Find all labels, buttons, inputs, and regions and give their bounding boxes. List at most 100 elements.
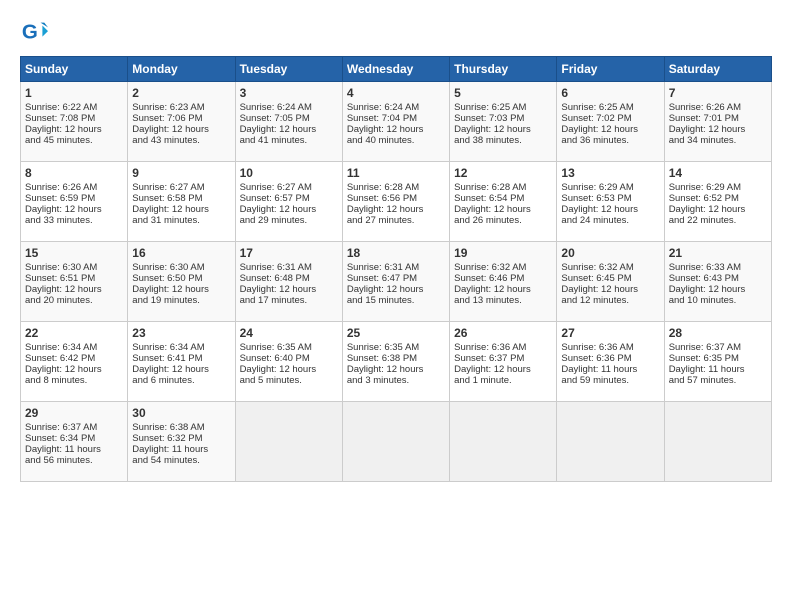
day-info: and 27 minutes. [347,215,415,226]
day-info: Daylight: 12 hours [25,364,102,375]
day-info: Sunrise: 6:30 AM [25,262,97,273]
day-info: Sunrise: 6:24 AM [240,102,312,113]
day-info: Daylight: 12 hours [25,284,102,295]
calendar-cell: 27Sunrise: 6:36 AMSunset: 6:36 PMDayligh… [557,322,664,402]
day-info: Sunrise: 6:34 AM [132,342,204,353]
day-info: and 40 minutes. [347,135,415,146]
col-header-thursday: Thursday [450,57,557,82]
col-header-saturday: Saturday [664,57,771,82]
day-info: Sunset: 7:02 PM [561,113,631,124]
day-info: and 43 minutes. [132,135,200,146]
day-number: 19 [454,246,552,260]
day-info: and 13 minutes. [454,295,522,306]
day-number: 8 [25,166,123,180]
day-number: 17 [240,246,338,260]
calendar-cell: 23Sunrise: 6:34 AMSunset: 6:41 PMDayligh… [128,322,235,402]
day-info: Daylight: 11 hours [25,444,101,455]
day-info: Daylight: 12 hours [132,204,209,215]
day-info: Sunrise: 6:27 AM [132,182,204,193]
day-info: and 5 minutes. [240,375,302,386]
calendar-cell: 14Sunrise: 6:29 AMSunset: 6:52 PMDayligh… [664,162,771,242]
day-info: and 38 minutes. [454,135,522,146]
day-info: Sunset: 7:08 PM [25,113,95,124]
day-number: 21 [669,246,767,260]
day-info: Sunset: 6:40 PM [240,353,310,364]
day-number: 7 [669,86,767,100]
calendar-cell: 7Sunrise: 6:26 AMSunset: 7:01 PMDaylight… [664,82,771,162]
calendar-cell: 19Sunrise: 6:32 AMSunset: 6:46 PMDayligh… [450,242,557,322]
day-number: 29 [25,406,123,420]
day-info: and 24 minutes. [561,215,629,226]
day-number: 28 [669,326,767,340]
calendar-cell: 22Sunrise: 6:34 AMSunset: 6:42 PMDayligh… [21,322,128,402]
day-info: Daylight: 12 hours [240,204,317,215]
day-info: Sunrise: 6:27 AM [240,182,312,193]
day-info: Sunset: 6:56 PM [347,193,417,204]
day-number: 12 [454,166,552,180]
day-info: Sunset: 6:58 PM [132,193,202,204]
col-header-tuesday: Tuesday [235,57,342,82]
day-info: Daylight: 12 hours [132,364,209,375]
calendar-cell: 1Sunrise: 6:22 AMSunset: 7:08 PMDaylight… [21,82,128,162]
day-info: and 26 minutes. [454,215,522,226]
day-info: Sunrise: 6:37 AM [669,342,741,353]
calendar-cell: 10Sunrise: 6:27 AMSunset: 6:57 PMDayligh… [235,162,342,242]
day-info: Sunrise: 6:30 AM [132,262,204,273]
day-info: Sunset: 6:36 PM [561,353,631,364]
day-info: Sunset: 6:41 PM [132,353,202,364]
calendar-cell: 12Sunrise: 6:28 AMSunset: 6:54 PMDayligh… [450,162,557,242]
day-info: Sunset: 6:45 PM [561,273,631,284]
day-info: Sunrise: 6:25 AM [561,102,633,113]
day-number: 27 [561,326,659,340]
day-info: and 54 minutes. [132,455,200,466]
calendar-cell: 28Sunrise: 6:37 AMSunset: 6:35 PMDayligh… [664,322,771,402]
day-number: 6 [561,86,659,100]
day-info: and 1 minute. [454,375,512,386]
day-info: Sunset: 6:52 PM [669,193,739,204]
day-info: Sunrise: 6:25 AM [454,102,526,113]
day-info: Sunrise: 6:29 AM [669,182,741,193]
day-info: Sunrise: 6:36 AM [454,342,526,353]
day-info: and 33 minutes. [25,215,93,226]
calendar-cell: 2Sunrise: 6:23 AMSunset: 7:06 PMDaylight… [128,82,235,162]
day-info: and 41 minutes. [240,135,308,146]
calendar-cell: 9Sunrise: 6:27 AMSunset: 6:58 PMDaylight… [128,162,235,242]
calendar-cell: 16Sunrise: 6:30 AMSunset: 6:50 PMDayligh… [128,242,235,322]
day-info: and 12 minutes. [561,295,629,306]
day-info: Daylight: 12 hours [669,124,746,135]
calendar-cell: 20Sunrise: 6:32 AMSunset: 6:45 PMDayligh… [557,242,664,322]
day-info: and 57 minutes. [669,375,737,386]
day-info: Sunset: 6:54 PM [454,193,524,204]
day-info: and 17 minutes. [240,295,308,306]
svg-text:G: G [22,21,38,44]
day-number: 11 [347,166,445,180]
day-info: Sunrise: 6:36 AM [561,342,633,353]
day-info: Sunrise: 6:33 AM [669,262,741,273]
day-info: and 31 minutes. [132,215,200,226]
calendar-cell: 25Sunrise: 6:35 AMSunset: 6:38 PMDayligh… [342,322,449,402]
day-info: Sunset: 6:43 PM [669,273,739,284]
calendar-cell [557,402,664,482]
day-info: Daylight: 12 hours [347,124,424,135]
calendar-cell: 17Sunrise: 6:31 AMSunset: 6:48 PMDayligh… [235,242,342,322]
day-number: 26 [454,326,552,340]
day-info: Daylight: 12 hours [347,284,424,295]
day-info: Sunrise: 6:23 AM [132,102,204,113]
day-info: Sunset: 7:03 PM [454,113,524,124]
day-info: Sunrise: 6:32 AM [561,262,633,273]
day-info: Sunrise: 6:34 AM [25,342,97,353]
day-info: Sunrise: 6:37 AM [25,422,97,433]
day-number: 2 [132,86,230,100]
calendar-cell: 4Sunrise: 6:24 AMSunset: 7:04 PMDaylight… [342,82,449,162]
day-info: Sunrise: 6:32 AM [454,262,526,273]
day-info: and 59 minutes. [561,375,629,386]
day-info: Daylight: 12 hours [25,204,102,215]
header: G [20,18,772,46]
day-info: Sunrise: 6:38 AM [132,422,204,433]
day-number: 14 [669,166,767,180]
day-info: and 20 minutes. [25,295,93,306]
day-info: Sunset: 6:46 PM [454,273,524,284]
day-info: Daylight: 12 hours [454,124,531,135]
day-number: 1 [25,86,123,100]
logo-icon: G [20,18,48,46]
